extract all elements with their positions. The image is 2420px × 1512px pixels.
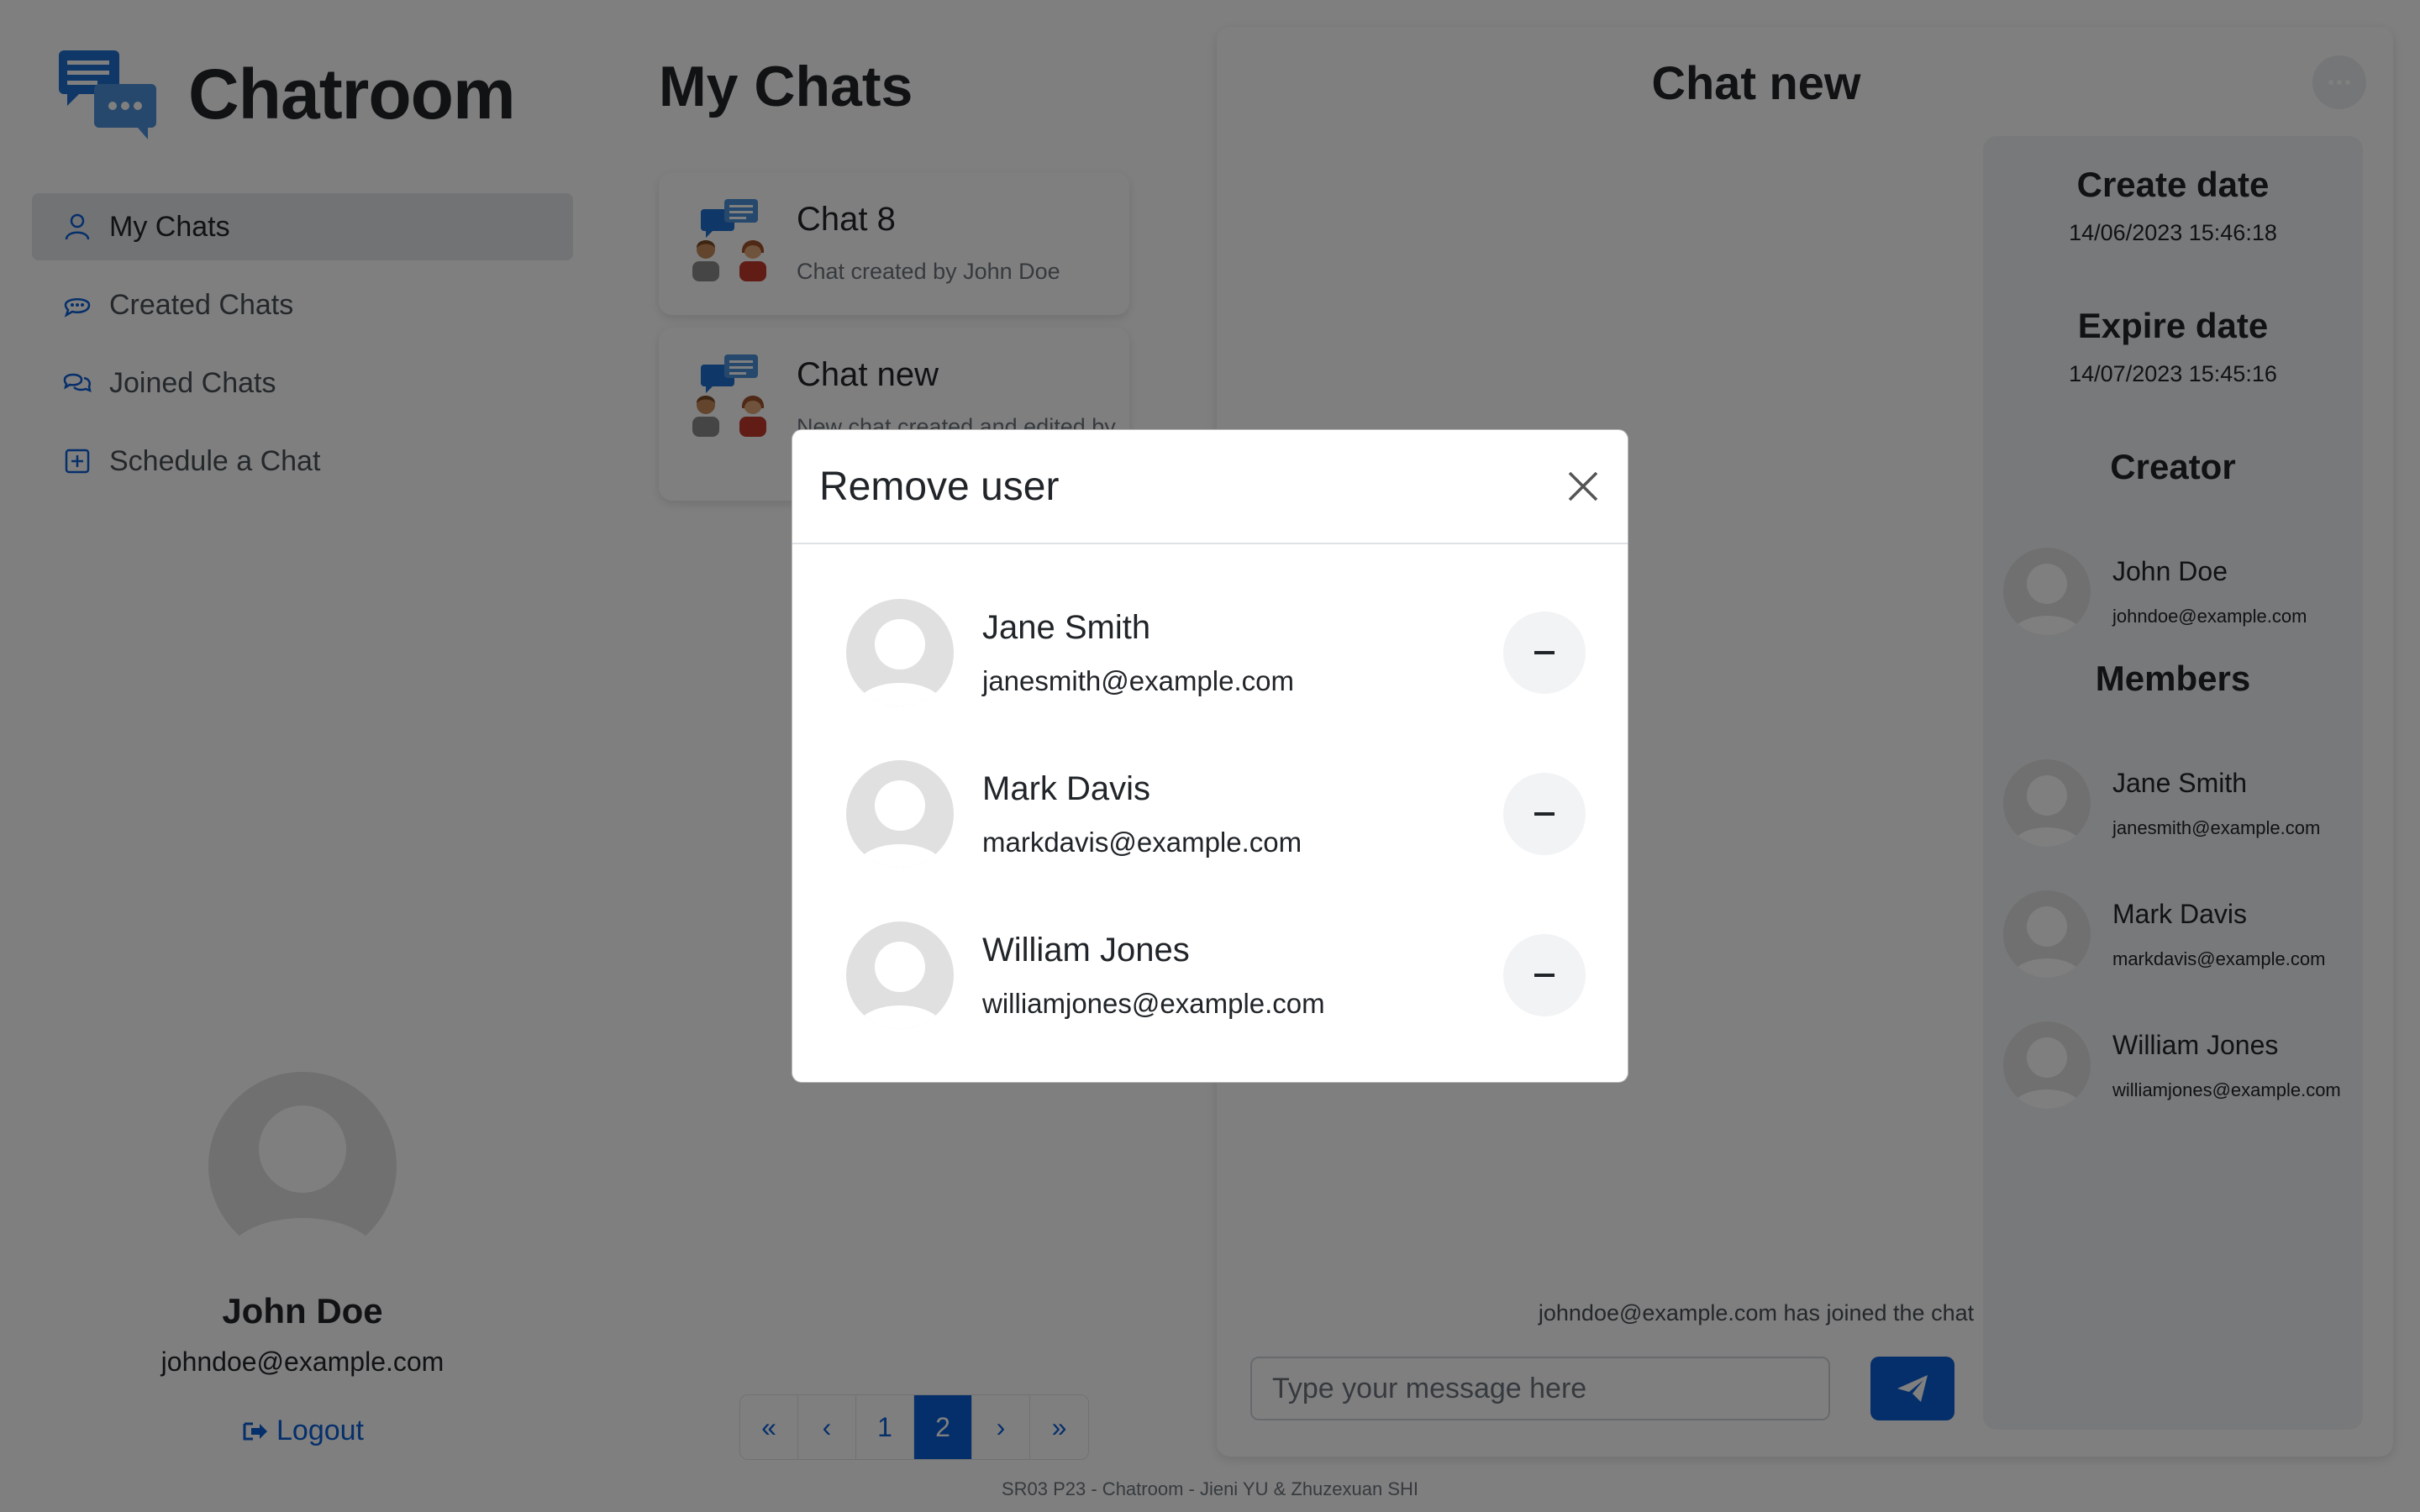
close-button[interactable] [1562, 465, 1604, 507]
user-email: janesmith@example.com [982, 664, 1294, 696]
modal-header: Remove user [792, 430, 1628, 544]
close-icon [1568, 471, 1598, 501]
avatar [846, 760, 954, 868]
remove-user-button[interactable] [1503, 773, 1586, 855]
user-row: Mark Davis markdavis@example.com [846, 759, 1586, 869]
minus-icon [1534, 974, 1555, 977]
avatar [846, 921, 954, 1029]
remove-user-button[interactable] [1503, 934, 1586, 1016]
user-name: Jane Smith [982, 608, 1151, 646]
minus-icon [1534, 651, 1555, 654]
remove-user-button[interactable] [1503, 612, 1586, 694]
user-name: William Jones [982, 931, 1190, 969]
user-email: williamjones@example.com [982, 987, 1325, 1019]
user-row: William Jones williamjones@example.com [846, 921, 1586, 1030]
minus-icon [1534, 812, 1555, 816]
user-row: Jane Smith janesmith@example.com [846, 598, 1586, 707]
user-name: Mark Davis [982, 769, 1151, 807]
avatar [846, 599, 954, 706]
user-email: markdavis@example.com [982, 826, 1302, 858]
modal-title: Remove user [819, 465, 1060, 509]
remove-user-modal: Remove user Jane Smith janesmith@example… [792, 429, 1628, 1083]
